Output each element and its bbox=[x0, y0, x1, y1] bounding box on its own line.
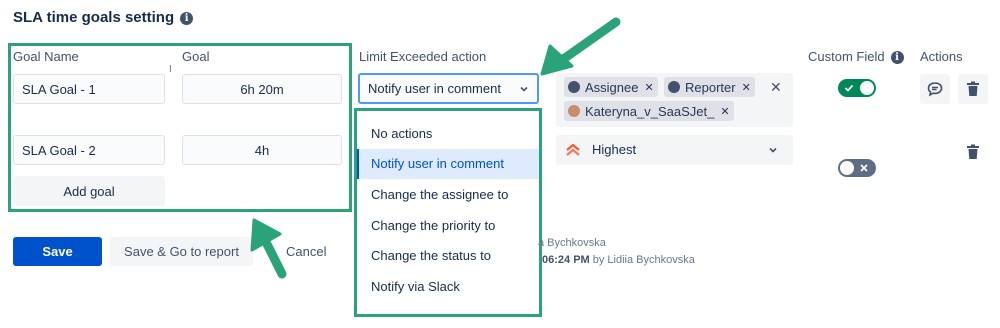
limit-action-select[interactable]: Notify user in comment bbox=[358, 73, 539, 104]
user-icon bbox=[668, 81, 680, 93]
remove-tag-icon[interactable]: ✕ bbox=[742, 81, 751, 94]
remove-tag-icon[interactable]: ✕ bbox=[720, 105, 729, 118]
user-tag-label: Kateryna_v_SaaSJet_ bbox=[585, 103, 715, 119]
limit-action-value: Notify user in comment bbox=[368, 81, 501, 96]
delete-goal-1-button[interactable] bbox=[958, 74, 988, 104]
toggle-knob bbox=[860, 81, 874, 95]
save-button[interactable]: Save bbox=[13, 237, 102, 266]
custom-field-toggle-1[interactable] bbox=[838, 79, 876, 97]
chevron-down-icon bbox=[769, 147, 777, 153]
save-go-report-button[interactable]: Save & Go to report bbox=[110, 237, 253, 266]
trash-icon bbox=[967, 144, 979, 159]
custom-field-label-text: Custom Field bbox=[808, 49, 885, 64]
created-by-text: a Bychkovska bbox=[538, 237, 606, 249]
check-icon bbox=[844, 84, 854, 92]
dropdown-option-change-status[interactable]: Change the status to bbox=[357, 240, 539, 271]
delete-goal-2-button[interactable] bbox=[958, 137, 988, 167]
comment-icon bbox=[927, 82, 943, 97]
custom-field-column-label: Custom Field i bbox=[808, 49, 904, 64]
cross-icon bbox=[860, 164, 868, 172]
updated-time: 06:24 PM bbox=[542, 254, 590, 266]
updated-by-text: 06:24 PM by Lidiia Bychkovska bbox=[542, 254, 695, 266]
actions-column-label: Actions bbox=[920, 49, 963, 64]
annotation-arrow-icon bbox=[540, 17, 621, 76]
custom-field-info-icon[interactable]: i bbox=[890, 51, 904, 64]
user-tag-reporter: Reporter ✕ bbox=[664, 77, 755, 97]
priority-value: Highest bbox=[592, 142, 637, 157]
page-title: SLA time goals setting i bbox=[13, 9, 194, 26]
dropdown-option-notify-comment[interactable]: Notify user in comment bbox=[357, 148, 539, 180]
toggle-knob bbox=[840, 161, 854, 175]
chevron-down-icon bbox=[520, 86, 528, 92]
highest-priority-icon bbox=[566, 143, 580, 156]
limit-action-dropdown: No actions Notify user in comment Change… bbox=[354, 108, 542, 317]
dropdown-option-notify-slack[interactable]: Notify via Slack bbox=[357, 271, 539, 302]
goals-highlight-box bbox=[8, 43, 352, 212]
remove-tag-icon[interactable]: ✕ bbox=[644, 81, 653, 94]
avatar bbox=[568, 105, 580, 117]
dropdown-option-change-priority[interactable]: Change the priority to bbox=[357, 210, 539, 241]
limit-action-column-label: Limit Exceeded action bbox=[359, 49, 487, 64]
annotation-arrow-icon bbox=[250, 218, 287, 279]
clear-all-icon[interactable]: ✕ bbox=[770, 79, 782, 96]
priority-select[interactable]: Highest bbox=[556, 135, 793, 165]
custom-field-toggle-2[interactable] bbox=[838, 159, 876, 177]
user-tag-label: Reporter bbox=[685, 79, 736, 95]
page-title-text: SLA time goals setting bbox=[13, 9, 175, 26]
trash-icon bbox=[967, 81, 979, 96]
dropdown-option-no-actions[interactable]: No actions bbox=[357, 118, 539, 149]
user-tag-kateryna: Kateryna_v_SaaSJet_ ✕ bbox=[564, 101, 734, 121]
comment-action-button[interactable] bbox=[920, 74, 950, 104]
updated-by-name: by Lidiia Bychkovska bbox=[589, 254, 695, 266]
info-icon[interactable]: i bbox=[180, 12, 194, 25]
dropdown-option-change-assignee[interactable]: Change the assignee to bbox=[357, 179, 539, 210]
